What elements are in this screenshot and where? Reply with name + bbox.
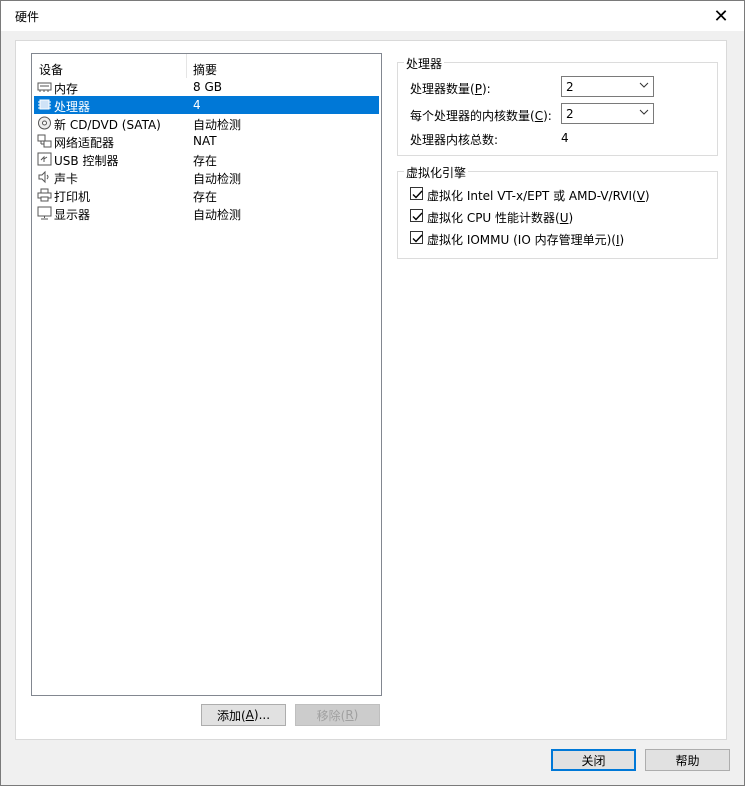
chevron-down-icon <box>639 82 649 88</box>
cpu-counters-checkbox[interactable] <box>410 209 423 222</box>
check-icon <box>412 212 423 221</box>
cores-per-processor-value: 2 <box>566 107 574 121</box>
device-summary: 自动检测 <box>193 118 242 132</box>
iommu-label-text: 虚拟化 IOMMU (IO 内存管理单元)( <box>427 233 616 247</box>
processor-count-text: 处理器数量( <box>410 82 475 96</box>
vtx-label-accel: V <box>636 189 645 203</box>
device-summary: 存在 <box>193 190 218 204</box>
window-title: 硬件 <box>15 10 40 24</box>
device-name: 内存 <box>54 82 79 96</box>
device-row-cd-dvd[interactable]: 新 CD/DVD (SATA) 自动检测 <box>32 114 381 132</box>
check-icon <box>412 234 423 243</box>
help-button[interactable]: 帮助 <box>645 749 730 771</box>
device-summary: NAT <box>193 134 217 148</box>
vtx-label-suffix: ) <box>644 189 650 203</box>
remove-button-accel: R <box>345 708 354 722</box>
processor-group-title: 处理器 <box>404 55 445 72</box>
add-button[interactable]: 添加(A)... <box>201 704 286 726</box>
device-row-processor[interactable]: 处理器 4 <box>34 96 379 114</box>
cores-per-processor-label: 每个处理器的内核数量(C): <box>410 107 552 124</box>
content-panel: 设备 摘要 内存 8 GB 处理器 4 新 CD/DVD (SATA) 自动检测 <box>15 40 727 740</box>
iommu-checkbox[interactable] <box>410 231 423 244</box>
close-icon[interactable]: ✕ <box>698 1 744 31</box>
device-name: 声卡 <box>54 172 79 186</box>
title-bar: 硬件 ✕ <box>1 1 744 31</box>
column-header-summary[interactable]: 摘要 <box>193 61 217 78</box>
device-name: 网络适配器 <box>54 136 115 150</box>
processor-count-accel: P <box>474 82 482 96</box>
device-row-network[interactable]: 网络适配器 NAT <box>32 132 381 150</box>
vtx-label-text: 虚拟化 Intel VT-x/EPT 或 AMD-V/RVI( <box>427 189 637 203</box>
cpu-counters-label: 虚拟化 CPU 性能计数器(U) <box>427 209 573 226</box>
device-row-display[interactable]: 显示器 自动检测 <box>32 204 381 222</box>
cpu-counters-label-suffix: ) <box>568 211 574 225</box>
cores-per-processor-accel: C <box>534 109 544 123</box>
memory-icon <box>37 82 52 92</box>
iommu-label-suffix: ) <box>619 233 625 247</box>
list-header: 设备 摘要 <box>32 54 381 78</box>
device-name: 新 CD/DVD (SATA) <box>54 118 161 132</box>
total-cores-value: 4 <box>561 131 569 145</box>
virtualization-group: 虚拟化引擎 虚拟化 Intel VT-x/EPT 或 AMD-V/RVI(V) … <box>397 164 718 259</box>
column-separator[interactable] <box>186 54 187 78</box>
device-summary: 存在 <box>193 154 218 168</box>
device-name: 打印机 <box>54 190 91 204</box>
cd-icon <box>38 116 51 130</box>
device-row-printer[interactable]: 打印机 存在 <box>32 186 381 204</box>
close-button[interactable]: 关闭 <box>551 749 636 771</box>
device-name: 显示器 <box>54 208 91 222</box>
check-icon <box>412 190 423 199</box>
cpu-counters-label-text: 虚拟化 CPU 性能计数器( <box>427 211 560 225</box>
hardware-dialog: 硬件 ✕ 设备 摘要 内存 8 GB 处理器 4 新 CD/DVD (SATA) <box>0 0 745 786</box>
add-button-suffix: )... <box>253 708 271 722</box>
device-summary: 自动检测 <box>193 208 242 222</box>
chevron-down-icon <box>639 109 649 115</box>
device-row-usb[interactable]: USB 控制器 存在 <box>32 150 381 168</box>
monitor-icon <box>37 206 52 220</box>
device-name: USB 控制器 <box>54 154 119 168</box>
cores-per-processor-suffix: ): <box>543 109 552 123</box>
vtx-label: 虚拟化 Intel VT-x/EPT 或 AMD-V/RVI(V) <box>427 187 650 204</box>
total-cores-label: 处理器内核总数: <box>410 133 499 147</box>
device-summary: 8 GB <box>193 80 222 94</box>
device-summary: 4 <box>193 98 201 112</box>
add-button-label: 添加( <box>216 708 246 723</box>
cpu-icon <box>38 99 51 110</box>
speaker-icon <box>38 170 49 184</box>
processor-group: 处理器 处理器数量(P): 2 每个处理器的内核数量(C): 2 处理器内核总数… <box>397 55 718 156</box>
device-row-sound[interactable]: 声卡 自动检测 <box>32 168 381 186</box>
device-name: 处理器 <box>54 100 91 114</box>
cpu-counters-label-accel: U <box>559 211 569 225</box>
device-row-memory[interactable]: 内存 8 GB <box>32 78 381 96</box>
network-icon <box>37 134 52 148</box>
processor-count-suffix: ): <box>481 82 491 96</box>
virtualization-group-title: 虚拟化引擎 <box>404 164 469 181</box>
vtx-checkbox[interactable] <box>410 187 423 200</box>
cores-per-processor-select[interactable]: 2 <box>561 103 654 124</box>
device-list[interactable]: 设备 摘要 内存 8 GB 处理器 4 新 CD/DVD (SATA) 自动检测 <box>31 53 382 696</box>
processor-count-select[interactable]: 2 <box>561 76 654 97</box>
cores-per-processor-text: 每个处理器的内核数量( <box>410 109 535 123</box>
processor-count-value: 2 <box>566 80 574 94</box>
printer-icon <box>37 188 52 202</box>
remove-button-label: 移除( <box>316 708 346 723</box>
remove-button-suffix: ) <box>353 708 359 722</box>
add-button-accel: A <box>245 708 254 722</box>
processor-count-label: 处理器数量(P): <box>410 80 491 97</box>
iommu-label: 虚拟化 IOMMU (IO 内存管理单元)(I) <box>427 231 624 248</box>
column-header-device[interactable]: 设备 <box>39 61 63 78</box>
device-summary: 自动检测 <box>193 172 242 186</box>
remove-button[interactable]: 移除(R) <box>295 704 380 726</box>
usb-icon <box>37 152 52 166</box>
